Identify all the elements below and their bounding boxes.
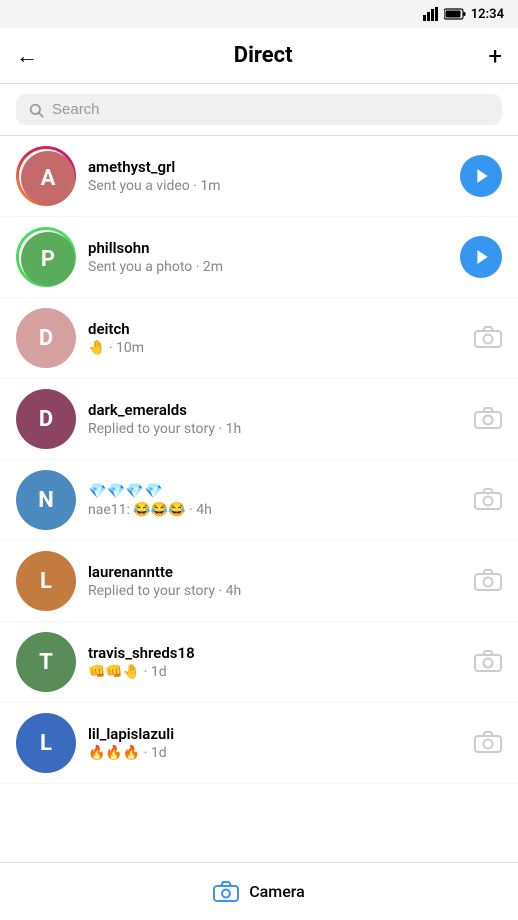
status-bar: 12:34 xyxy=(0,0,518,28)
avatar: L xyxy=(16,713,76,773)
camera-icon xyxy=(474,731,502,755)
list-item[interactable]: Pphillsohn Sent you a photo · 2m xyxy=(0,217,518,298)
message-content: deitch 🤚 · 10m xyxy=(88,320,462,356)
bottom-bar[interactable]: Camera xyxy=(0,862,518,920)
camera-icon xyxy=(474,326,502,350)
top-nav: ← Direct + xyxy=(0,28,518,84)
message-action[interactable] xyxy=(474,407,502,431)
list-item[interactable]: Ttravis_shreds18 👊👊🤚 · 1d xyxy=(0,622,518,703)
list-item[interactable]: Aamethyst_grl Sent you a video · 1m xyxy=(0,136,518,217)
avatar: D xyxy=(16,389,76,449)
camera-icon xyxy=(474,569,502,593)
message-content: laurenanntte Replied to your story · 4h xyxy=(88,563,462,599)
list-item[interactable]: Llaurenanntte Replied to your story · 4h xyxy=(0,541,518,622)
message-action[interactable] xyxy=(474,569,502,593)
page-title: Direct xyxy=(234,43,293,68)
message-action[interactable] xyxy=(474,488,502,512)
message-preview: Sent you a photo · 2m xyxy=(88,259,448,275)
avatar: L xyxy=(16,551,76,611)
message-content: travis_shreds18 👊👊🤚 · 1d xyxy=(88,644,462,680)
avatar: A xyxy=(16,146,76,206)
camera-bottom-icon xyxy=(213,881,239,903)
status-icons: 12:34 xyxy=(423,7,504,22)
message-action[interactable] xyxy=(460,155,502,197)
status-time: 12:34 xyxy=(471,7,504,22)
list-item[interactable]: Ddeitch 🤚 · 10m xyxy=(0,298,518,379)
message-content: dark_emeralds Replied to your story · 1h xyxy=(88,401,462,437)
message-username: 💎💎💎💎 xyxy=(88,482,462,500)
search-wrapper[interactable] xyxy=(16,94,502,125)
message-username: phillsohn xyxy=(88,239,448,257)
message-content: amethyst_grl Sent you a video · 1m xyxy=(88,158,448,194)
message-preview: 🔥🔥🔥 · 1d xyxy=(88,745,462,761)
play-button[interactable] xyxy=(460,155,502,197)
camera-icon xyxy=(474,407,502,431)
message-username: lil_lapislazuli xyxy=(88,725,462,743)
message-content: lil_lapislazuli 🔥🔥🔥 · 1d xyxy=(88,725,462,761)
list-item[interactable]: Llil_lapislazuli 🔥🔥🔥 · 1d xyxy=(0,703,518,784)
message-username: deitch xyxy=(88,320,462,338)
message-preview: Replied to your story · 1h xyxy=(88,421,462,437)
message-action[interactable] xyxy=(474,326,502,350)
back-button[interactable]: ← xyxy=(16,43,38,69)
list-item[interactable]: Ddark_emeralds Replied to your story · 1h xyxy=(0,379,518,460)
message-action[interactable] xyxy=(474,731,502,755)
message-username: laurenanntte xyxy=(88,563,462,581)
message-preview: Replied to your story · 4h xyxy=(88,583,462,599)
play-button[interactable] xyxy=(460,236,502,278)
message-username: dark_emeralds xyxy=(88,401,462,419)
avatar: N xyxy=(16,470,76,530)
search-input[interactable] xyxy=(52,101,490,118)
search-icon xyxy=(28,102,44,118)
avatar: T xyxy=(16,632,76,692)
camera-icon xyxy=(474,488,502,512)
message-preview: 🤚 · 10m xyxy=(88,340,462,356)
message-preview: Sent you a video · 1m xyxy=(88,178,448,194)
message-preview: nae11: 😂😂😂 · 4h xyxy=(88,502,462,518)
camera-label: Camera xyxy=(249,882,305,901)
signal-icon xyxy=(423,7,439,21)
camera-icon xyxy=(474,650,502,674)
message-username: travis_shreds18 xyxy=(88,644,462,662)
search-bar xyxy=(0,84,518,136)
avatar: D xyxy=(16,308,76,368)
message-username: amethyst_grl xyxy=(88,158,448,176)
message-action[interactable] xyxy=(474,650,502,674)
message-preview: 👊👊🤚 · 1d xyxy=(88,664,462,680)
message-list: Aamethyst_grl Sent you a video · 1m Pphill… xyxy=(0,136,518,784)
message-content: phillsohn Sent you a photo · 2m xyxy=(88,239,448,275)
message-action[interactable] xyxy=(460,236,502,278)
list-item[interactable]: N 💎💎💎💎 nae11: 😂😂😂 · 4h xyxy=(0,460,518,541)
add-button[interactable]: + xyxy=(488,42,502,70)
avatar: P xyxy=(16,227,76,287)
message-content: 💎💎💎💎 nae11: 😂😂😂 · 4h xyxy=(88,482,462,518)
battery-icon xyxy=(444,8,466,20)
